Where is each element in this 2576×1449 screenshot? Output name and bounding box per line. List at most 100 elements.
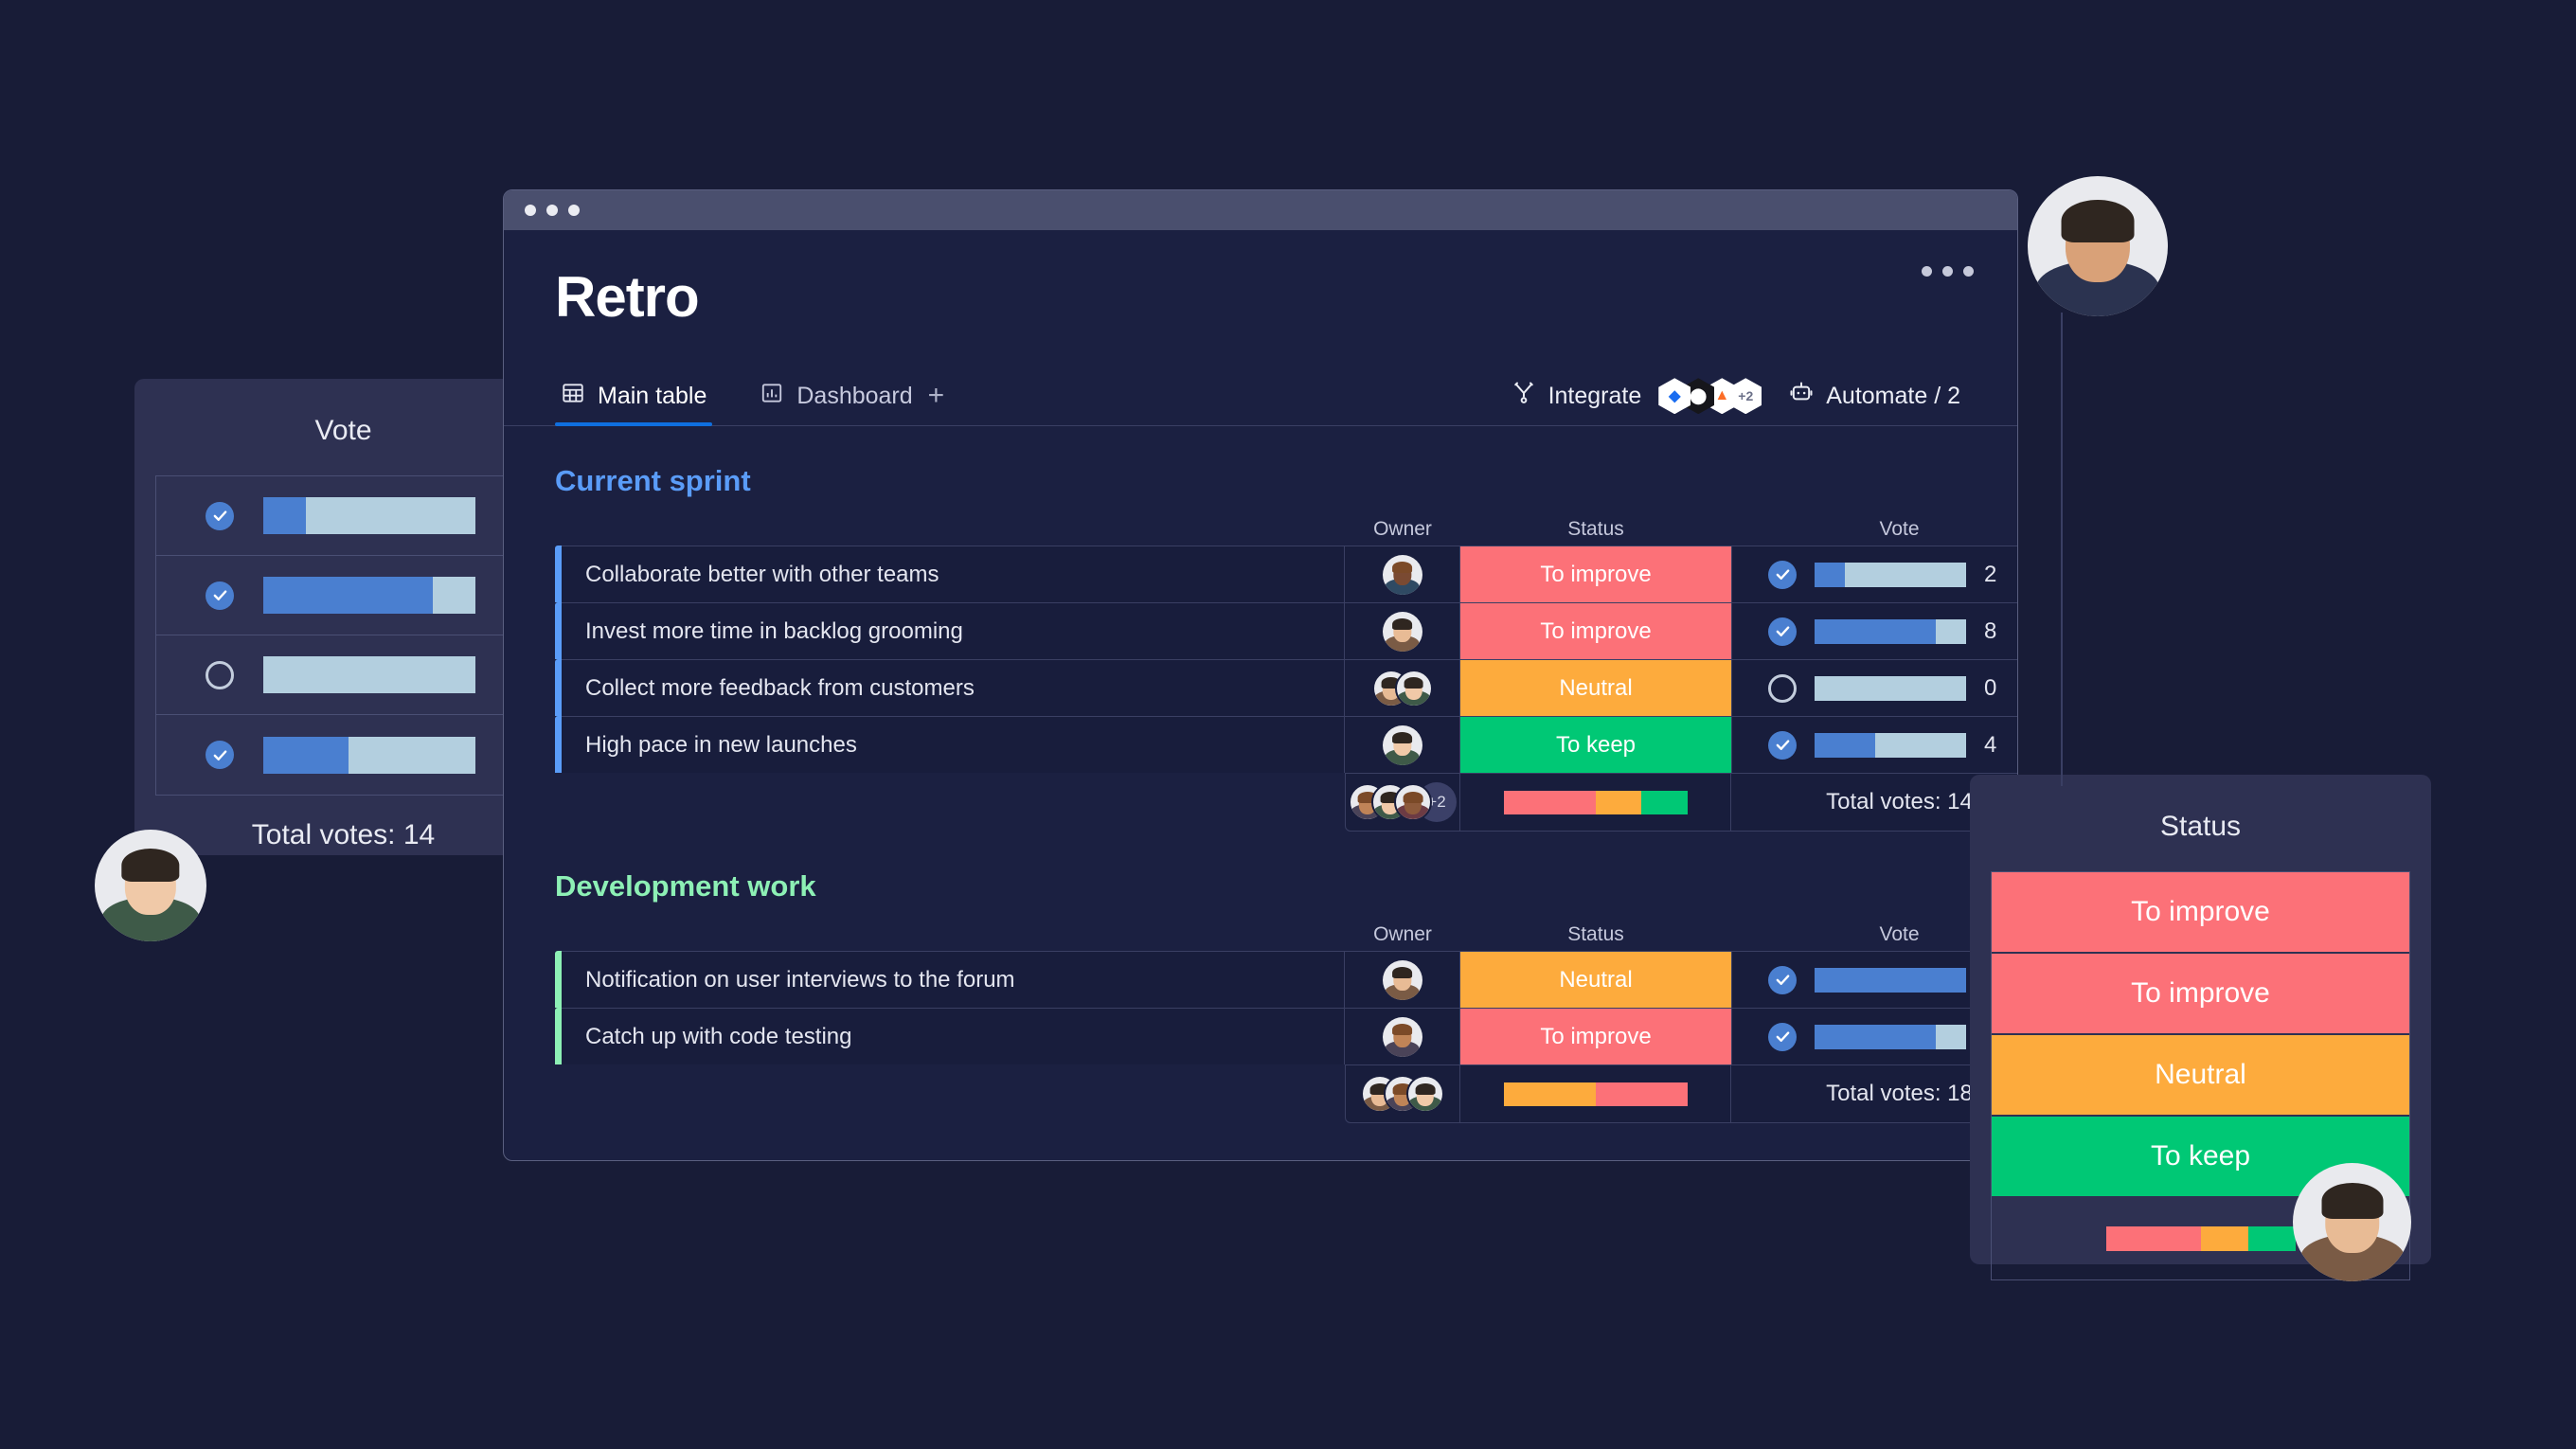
- avatar-stack: [1371, 669, 1433, 707]
- column-header-owner: Owner: [1373, 923, 1432, 946]
- more-options-icon[interactable]: [1922, 266, 1974, 277]
- status-card-row[interactable]: To improve: [1992, 872, 2409, 954]
- window-dot-minimize[interactable]: [546, 205, 558, 216]
- avatar-bottom-right: [2293, 1163, 2411, 1281]
- vote-cell[interactable]: 0: [1731, 659, 2017, 717]
- summary-owners: +2: [1345, 773, 1460, 832]
- status-distribution-bar: [1503, 1082, 1688, 1106]
- owner-cell[interactable]: [1345, 716, 1460, 774]
- vote-checkbox[interactable]: [1768, 617, 1797, 646]
- status-card-row[interactable]: To improve: [1992, 954, 2409, 1035]
- vote-card-row[interactable]: [156, 476, 530, 556]
- table-row[interactable]: High pace in new launches To keep 4: [555, 716, 2017, 774]
- tab-bar: Main table Dashboard + Integrate ◆ ⬤ ▲ +…: [504, 369, 2017, 427]
- automate-label: Automate / 2: [1826, 382, 1960, 409]
- group-table: Collaborate better with other teams To im…: [555, 546, 2017, 832]
- avatar: [1394, 669, 1433, 707]
- vote-checkbox[interactable]: [206, 660, 234, 689]
- tab-dashboard[interactable]: Dashboard: [754, 381, 918, 425]
- integrate-icon: [1511, 380, 1537, 413]
- owner-cell[interactable]: [1345, 602, 1460, 660]
- status-cell[interactable]: To improve: [1460, 602, 1731, 660]
- status-cell[interactable]: To keep: [1460, 716, 1731, 774]
- automate-button[interactable]: Automate / 2: [1788, 380, 1960, 413]
- table-row[interactable]: Collect more feedback from customers Neut…: [555, 659, 2017, 717]
- vote-card-row[interactable]: [156, 715, 530, 795]
- integrate-label: Integrate: [1547, 382, 1642, 409]
- integrate-button[interactable]: Integrate: [1511, 380, 1642, 413]
- vote-cell[interactable]: 8: [1731, 602, 2017, 660]
- column-header-owner: Owner: [1373, 518, 1432, 541]
- group-title[interactable]: Development work: [555, 869, 2017, 903]
- vote-checkbox[interactable]: [206, 581, 234, 610]
- vote-cell[interactable]: 2: [1731, 546, 2017, 603]
- integration-hex-group[interactable]: ◆ ⬤ ▲ +2: [1658, 378, 1762, 415]
- avatar-top-right: [2028, 176, 2168, 316]
- status-card-row[interactable]: Neutral: [1992, 1035, 2409, 1117]
- avatar-stack: [1361, 1075, 1444, 1114]
- vote-checkbox[interactable]: [1768, 730, 1797, 760]
- status-cell[interactable]: Neutral: [1460, 951, 1731, 1009]
- table-row[interactable]: Invest more time in backlog grooming To i…: [555, 602, 2017, 660]
- group-accent-bar: [555, 951, 562, 1009]
- table-header: OwnerStatusVote+: [555, 513, 2017, 546]
- vote-count: 8: [1984, 617, 1997, 644]
- table-row[interactable]: Catch up with code testingTo improve8: [555, 1008, 2017, 1065]
- vote-card-row[interactable]: [156, 635, 530, 715]
- owner-cell[interactable]: [1345, 546, 1460, 603]
- vote-progress-bar: [1815, 1024, 1966, 1049]
- window-titlebar: [504, 190, 2017, 230]
- owner-cell[interactable]: [1345, 951, 1460, 1009]
- status-segment: [1503, 1082, 1596, 1106]
- avatar: [1382, 959, 1422, 1000]
- group-accent-bar: [555, 659, 562, 717]
- board-groups: Current sprint OwnerStatusVote+Collaborat…: [504, 464, 2017, 1124]
- summary-status: [1460, 773, 1731, 832]
- vote-progress-bar: [1815, 562, 1966, 587]
- group-title[interactable]: Current sprint: [555, 464, 2017, 498]
- window-dot-close[interactable]: [525, 205, 536, 216]
- table-row[interactable]: Notification on user interviews to the f…: [555, 951, 2017, 1009]
- tab-main-table[interactable]: Main table: [555, 381, 713, 427]
- vote-progress-bar: [1815, 675, 1966, 701]
- status-cell[interactable]: To improve: [1460, 546, 1731, 603]
- group-summary-row: +2 Total votes: 14: [555, 773, 2017, 832]
- vote-checkbox[interactable]: [1768, 560, 1797, 589]
- row-name-cell[interactable]: Collect more feedback from customers: [562, 659, 1345, 717]
- owner-cell[interactable]: [1345, 659, 1460, 717]
- vote-checkbox[interactable]: [1768, 673, 1797, 703]
- status-segment: [2247, 1226, 2296, 1251]
- table-icon: [561, 381, 585, 412]
- table-row[interactable]: Collaborate better with other teams To im…: [555, 546, 2017, 603]
- row-name-cell[interactable]: Collaborate better with other teams: [562, 546, 1345, 603]
- summary-status: [1460, 1064, 1731, 1124]
- row-name-cell[interactable]: Notification on user interviews to the f…: [562, 951, 1345, 1009]
- jira-icon[interactable]: ◆: [1658, 378, 1691, 415]
- vote-cell[interactable]: 4: [1731, 716, 2017, 774]
- vote-checkbox[interactable]: [206, 741, 234, 769]
- vote-checkbox[interactable]: [206, 501, 234, 530]
- page-title: Retro: [555, 265, 700, 329]
- status-cell[interactable]: To improve: [1460, 1008, 1731, 1065]
- vote-progress-bar: [263, 656, 475, 693]
- vote-checkbox[interactable]: [1768, 1022, 1797, 1051]
- vote-progress-bar: [1815, 732, 1966, 758]
- add-tab-button[interactable]: +: [919, 382, 955, 425]
- vote-progress-bar: [1815, 618, 1966, 644]
- board-group: Current sprint OwnerStatusVote+Collaborat…: [504, 464, 2017, 832]
- status-segment: [1503, 790, 1596, 814]
- window-dot-maximize[interactable]: [568, 205, 580, 216]
- status-cell[interactable]: Neutral: [1460, 659, 1731, 717]
- status-segment: [2105, 1226, 2201, 1251]
- connector-line: [2061, 313, 2063, 786]
- row-name-cell[interactable]: Invest more time in backlog grooming: [562, 602, 1345, 660]
- owner-cell[interactable]: [1345, 1008, 1460, 1065]
- row-name-cell[interactable]: High pace in new launches: [562, 716, 1345, 774]
- row-name-cell[interactable]: Catch up with code testing: [562, 1008, 1345, 1065]
- vote-checkbox[interactable]: [1768, 965, 1797, 994]
- status-segment: [2200, 1226, 2248, 1251]
- status-distribution-bar: [2105, 1226, 2296, 1251]
- avatar: [1406, 1075, 1444, 1114]
- column-header-status: Status: [1567, 923, 1624, 946]
- vote-card-row[interactable]: [156, 556, 530, 635]
